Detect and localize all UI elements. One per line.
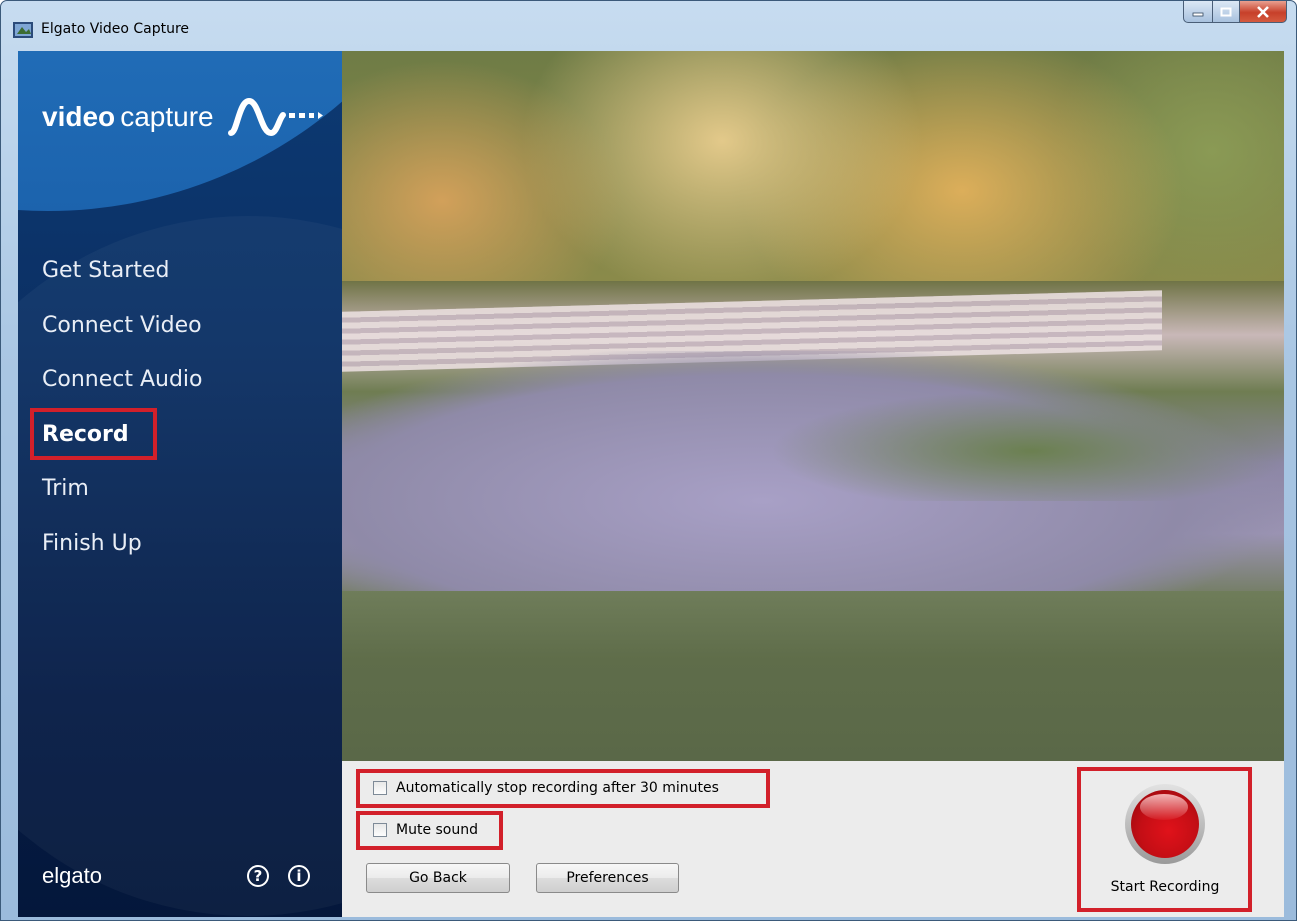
mute-option[interactable]: Mute sound	[373, 822, 478, 838]
preferences-button[interactable]: Preferences	[536, 863, 679, 893]
record-highlight-box	[30, 408, 157, 460]
close-icon	[1257, 5, 1269, 18]
app-window: Elgato Video Capture video capture Get S…	[0, 0, 1297, 921]
maximize-button[interactable]	[1213, 1, 1240, 23]
auto-stop-option[interactable]: Automatically stop recording after 30 mi…	[373, 780, 719, 796]
auto-stop-label[interactable]: Automatically stop recording after 30 mi…	[396, 780, 719, 796]
help-icon[interactable]: ?	[247, 865, 269, 887]
video-preview	[342, 51, 1284, 761]
close-button[interactable]	[1240, 1, 1287, 23]
maximize-icon	[1220, 7, 1232, 16]
auto-stop-checkbox[interactable]	[373, 781, 387, 795]
sidebar: video capture Get Started Connect Video …	[18, 51, 342, 917]
nav-item-connect-video[interactable]: Connect Video	[42, 311, 203, 366]
app-logo: video capture	[42, 97, 323, 137]
logo-bold-text: video	[42, 101, 116, 132]
logo-light-text: capture	[120, 101, 214, 132]
info-icon[interactable]: i	[288, 865, 310, 887]
minimize-button[interactable]	[1183, 1, 1213, 23]
minimize-icon	[1192, 12, 1204, 16]
go-back-button[interactable]: Go Back	[366, 863, 510, 893]
wave-logo-icon	[228, 97, 323, 137]
title-bar[interactable]: Elgato Video Capture	[1, 1, 1296, 47]
window-title: Elgato Video Capture	[41, 21, 190, 37]
nav-item-trim[interactable]: Trim	[42, 474, 203, 529]
mute-checkbox[interactable]	[373, 823, 387, 837]
nav-item-get-started[interactable]: Get Started	[42, 256, 203, 311]
nav-item-finish-up[interactable]: Finish Up	[42, 529, 203, 584]
app-icon	[13, 22, 33, 38]
client-area: video capture Get Started Connect Video …	[18, 51, 1284, 917]
start-recording-button[interactable]	[1125, 784, 1205, 864]
brand-name: elgato	[42, 863, 102, 888]
mute-label[interactable]: Mute sound	[396, 822, 478, 838]
start-recording-label[interactable]: Start Recording	[1088, 879, 1242, 895]
